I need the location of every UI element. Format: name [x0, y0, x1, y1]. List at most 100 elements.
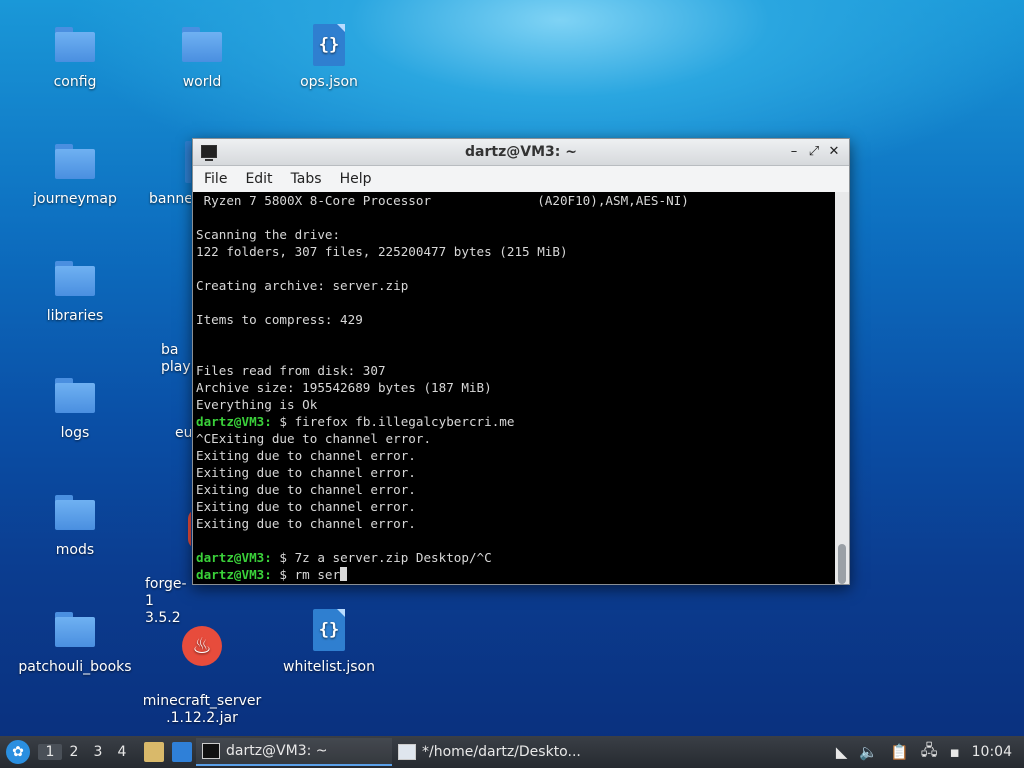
terminal-line: Everything is Ok: [193, 396, 835, 413]
line-text: 122 folders, 307 files, 225200477 bytes …: [196, 244, 568, 259]
line-text: Creating archive: server.zip: [196, 278, 409, 293]
menu-edit[interactable]: Edit: [234, 171, 279, 187]
desktop-icon-label: mods: [55, 542, 95, 558]
line-text: Scanning the drive:: [196, 227, 341, 242]
desktop-icon-label: ba playe: [161, 342, 191, 375]
clipboard-icon[interactable]: 📋: [890, 743, 909, 761]
line-text: Exiting due to channel error.: [196, 499, 416, 514]
menu-tabs[interactable]: Tabs: [280, 171, 329, 187]
window-titlebar[interactable]: dartz@VM3: ~ – ⤢ ✕: [193, 139, 849, 166]
close-button[interactable]: ✕: [825, 143, 843, 161]
workspace-3[interactable]: 3: [86, 744, 110, 760]
terminal-line: Files read from disk: 307: [193, 362, 835, 379]
desktop-icon-journeymap[interactable]: journeymap: [15, 139, 135, 208]
scrollbar-thumb[interactable]: [838, 544, 846, 584]
terminal-line: Exiting due to channel error.: [193, 447, 835, 464]
desktop-icon-label: config: [53, 74, 97, 90]
terminal-line: Exiting due to channel error.: [193, 481, 835, 498]
terminal-scrollbar[interactable]: [835, 192, 849, 584]
desktop-icon-label: ops.json: [300, 74, 358, 90]
desktop-icon-label: libraries: [46, 308, 104, 324]
show-desktop-icon[interactable]: [172, 742, 192, 762]
start-menu-icon[interactable]: ✿: [6, 740, 30, 764]
menu-bar: File Edit Tabs Help: [193, 166, 849, 193]
line-text: Files read from disk: 307: [196, 363, 386, 378]
folder-icon: [178, 22, 226, 70]
line-text: $ 7z a server.zip Desktop/^C: [271, 550, 492, 565]
desktop-icon-libraries[interactable]: libraries: [15, 256, 135, 325]
task-label: dartz@VM3: ~: [226, 743, 328, 759]
desktop-icon-mods[interactable]: mods: [15, 490, 135, 559]
workspace-4[interactable]: 4: [110, 744, 134, 760]
desktop-icon-ops-json[interactable]: {} ops.json: [269, 22, 389, 91]
text-editor-icon: [398, 744, 416, 760]
file-icon: [136, 373, 184, 421]
folder-icon: [51, 607, 99, 655]
desktop-icon-banner[interactable]: banne: [129, 139, 191, 208]
network-icon[interactable]: 🖧: [921, 740, 938, 765]
desktop-icon-label: patchouli_books: [18, 659, 132, 675]
terminal-line: ^CExiting due to channel error.: [193, 430, 835, 447]
desktop-icon-label: logs: [60, 425, 90, 441]
desktop-icon-label: journeymap: [33, 191, 117, 207]
desktop-icon-label: minecraft_server .1.12.2.jar: [142, 693, 262, 726]
desktop-icon-patchouli-books[interactable]: patchouli_books: [15, 607, 135, 676]
text-cursor: [340, 567, 348, 581]
terminal-line: dartz@VM3: $ rm ser: [193, 566, 835, 583]
task-text-editor[interactable]: */home/dartz/Deskto...: [392, 738, 589, 766]
task-label: */home/dartz/Deskto...: [422, 744, 581, 760]
workspace-1[interactable]: 1: [38, 744, 62, 760]
terminal-line: Ryzen 7 5800X 8-Core Processor (A20F10),…: [193, 192, 835, 209]
desktop-icon-label: banne: [149, 191, 191, 207]
tray-arrow-icon[interactable]: ◣: [836, 743, 848, 761]
folder-icon: [51, 22, 99, 70]
desktop-icon-config[interactable]: config: [15, 22, 135, 91]
prompt-user: dartz@VM3:: [196, 414, 272, 429]
clock[interactable]: 10:04: [972, 744, 1012, 760]
terminal-output[interactable]: Ryzen 7 5800X 8-Core Processor (A20F10),…: [193, 192, 835, 584]
line-text: Exiting due to channel error.: [196, 482, 416, 497]
task-terminal[interactable]: dartz@VM3: ~: [196, 738, 392, 766]
workspace-2[interactable]: 2: [62, 744, 86, 760]
folder-icon: [51, 490, 99, 538]
json-file-icon: {}: [305, 22, 353, 70]
line-text: ^CExiting due to channel error.: [196, 431, 432, 446]
maximize-button[interactable]: ⤢: [805, 143, 823, 161]
desktop-icon-label: whitelist.json: [283, 659, 375, 675]
desktop-icon-eula[interactable]: eu: [129, 373, 191, 442]
line-text: Ryzen 7 5800X 8-Core Processor (A20F10),…: [196, 193, 689, 208]
file-manager-icon[interactable]: [144, 742, 164, 762]
line-text: $ firefox fb.illegalcybercri.me: [271, 414, 515, 429]
terminal-line: Exiting due to channel error.: [193, 515, 835, 532]
java-icon: ♨: [178, 624, 226, 672]
terminal-icon: [202, 743, 220, 759]
terminal-line: 122 folders, 307 files, 225200477 bytes …: [193, 243, 835, 260]
line-text: Archive size: 195542689 bytes (187 MiB): [196, 380, 492, 395]
minimize-button[interactable]: –: [785, 143, 803, 161]
folder-icon: [51, 256, 99, 304]
terminal-line: Items to compress: 429: [193, 311, 835, 328]
terminal-line: Exiting due to channel error.: [193, 498, 835, 515]
terminal-line: Exiting due to channel error.: [193, 464, 835, 481]
file-icon: [169, 139, 191, 187]
terminal-line: Creating archive: server.zip: [193, 277, 835, 294]
line-text: $ rm ser: [271, 567, 341, 582]
desktop-icon-whitelist-json[interactable]: {} whitelist.json: [269, 607, 389, 676]
volume-icon[interactable]: 🔈: [859, 743, 878, 761]
terminal-line: dartz@VM3: $ 7z a server.zip Desktop/^C: [193, 549, 835, 566]
menu-file[interactable]: File: [193, 171, 234, 187]
desktop-icon-minecraft-server[interactable]: ♨ minecraft_server .1.12.2.jar: [142, 607, 262, 744]
desktop-icon-logs[interactable]: logs: [15, 373, 135, 442]
terminal-line: Archive size: 195542689 bytes (187 MiB): [193, 379, 835, 396]
menu-help[interactable]: Help: [329, 171, 379, 187]
window-title: dartz@VM3: ~: [465, 144, 577, 160]
terminal-icon: [201, 145, 217, 161]
line-text: Exiting due to channel error.: [196, 516, 416, 531]
desktop-icon-world[interactable]: world: [142, 22, 262, 91]
battery-icon[interactable]: ▪: [949, 743, 959, 761]
